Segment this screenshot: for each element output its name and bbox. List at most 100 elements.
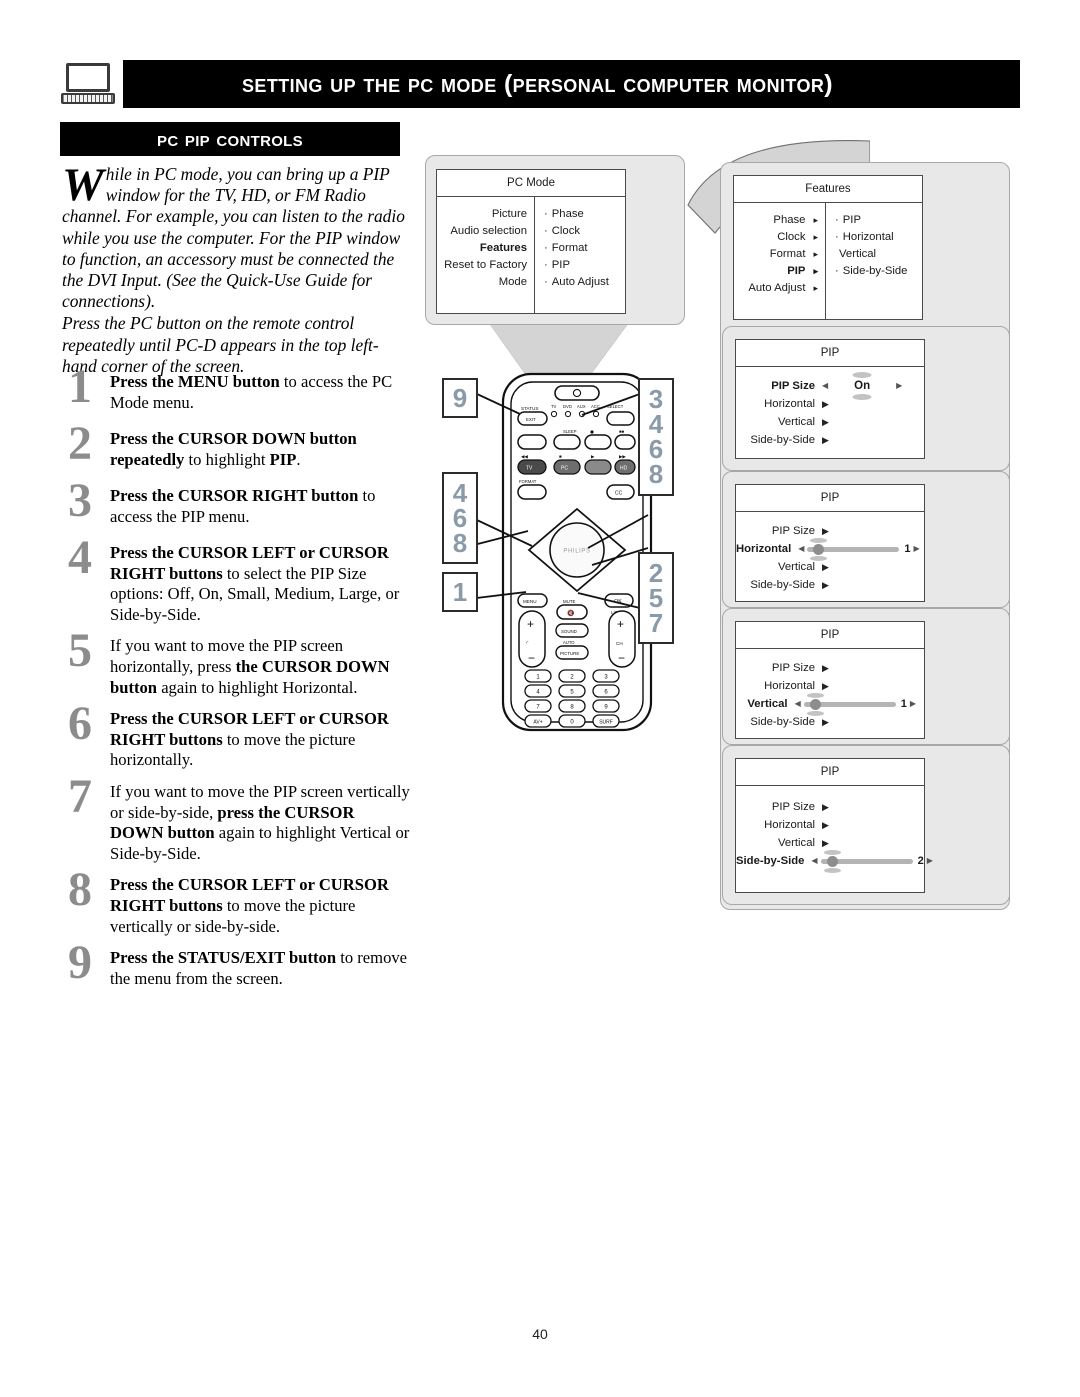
menu-flow-diagram: PC Mode Picture Audio selection Features… — [420, 140, 1030, 930]
pip-row-side-by-side[interactable]: Side-by-Side ◀ 2 ▶ — [736, 849, 933, 873]
cursor-left-icon[interactable]: ◀ — [798, 545, 804, 553]
submenu-item-pip[interactable]: · PIP — [835, 212, 916, 229]
chevron-right-icon: ▶ — [822, 819, 829, 830]
submenu-item-auto-adjust[interactable]: · Auto Adjust — [544, 274, 619, 291]
osd-pip-title: PIP — [736, 622, 924, 649]
menu-item-audio-selection[interactable]: Audio selection — [443, 223, 527, 240]
horizontal-slider[interactable] — [807, 537, 900, 561]
step-text: Press the STATUS/EXIT button to remove t… — [110, 948, 408, 988]
submenu-item-phase[interactable]: · Phase — [544, 206, 619, 223]
svg-text:SLEEP: SLEEP — [563, 429, 577, 434]
svg-text:AV+: AV+ — [533, 719, 542, 725]
pip-row-pip-size[interactable]: PIP Size ▶ — [736, 659, 916, 677]
slider-knob[interactable] — [823, 849, 841, 873]
cursor-left-icon[interactable]: ◀ — [795, 700, 801, 708]
pip-row-horizontal[interactable]: Horizontal ▶ — [736, 816, 916, 834]
menu-item-format[interactable]: Format ▸ — [740, 246, 818, 263]
page-frame: Setting up the PC Mode (Personal Compute… — [0, 0, 1080, 1397]
step-text: Press the CURSOR LEFT or CURSOR RIGHT bu… — [110, 543, 400, 624]
intro-paragraph-1-text: hile in PC mode, you can bring up a PIP … — [62, 164, 405, 312]
osd-pip-horizontal: PIP PIP Size ▶ Horizontal ◀ 1 ▶ Vertical… — [735, 484, 925, 602]
step-item: 1 Press the MENU button to access the PC… — [60, 363, 410, 418]
step-number: 8 — [68, 863, 92, 917]
menu-item-auto-adjust[interactable]: Auto Adjust ▸ — [740, 280, 818, 297]
step-text: Press the CURSOR LEFT or CURSOR RIGHT bu… — [110, 709, 389, 770]
page-title: Setting up the PC Mode (Personal Compute… — [242, 69, 833, 98]
step-number: 7 — [68, 769, 92, 823]
pip-row-pip-size[interactable]: PIP Size ▶ — [736, 798, 916, 816]
submenu-item-side-by-side[interactable]: · Side-by-Side — [835, 263, 916, 280]
pip-row-pip-size[interactable]: PIP Size ▶ — [736, 522, 916, 540]
menu-item-clock[interactable]: Clock ▸ — [740, 229, 818, 246]
side-by-side-slider[interactable] — [820, 849, 913, 873]
cursor-right-icon[interactable]: ▶ — [914, 545, 920, 553]
steps-list: 1 Press the MENU button to access the PC… — [60, 363, 410, 1005]
vertical-slider[interactable] — [803, 692, 896, 716]
chevron-right-icon: ▸ — [813, 249, 818, 259]
cursor-right-icon[interactable]: ▶ — [927, 857, 933, 865]
menu-item-pip[interactable]: PIP ▸ — [740, 263, 818, 280]
slider-knob[interactable] — [806, 692, 824, 716]
step-item: 2 Press the CURSOR DOWN button repeatedl… — [60, 420, 410, 475]
submenu-item-pip[interactable]: · PIP — [544, 257, 619, 274]
step-number: 9 — [68, 936, 92, 990]
pip-row-vertical[interactable]: Vertical ▶ — [736, 413, 916, 431]
svg-text:MENU: MENU — [523, 599, 537, 604]
callout-cursor-down: 2 5 7 — [638, 552, 674, 644]
osd-pip-vertical: PIP PIP Size ▶ Horizontal ▶ Vertical ◀ 1… — [735, 621, 925, 739]
menu-item-reset-to-factory[interactable]: Reset to Factory — [443, 257, 527, 274]
cursor-left-icon[interactable]: ◀ — [822, 382, 828, 390]
osd-features-title: Features — [734, 176, 922, 203]
intro-paragraph-1: While in PC mode, you can bring up a PIP… — [62, 162, 407, 312]
pip-row-pip-size[interactable]: PIP Size ◀ On ▶ — [736, 377, 916, 395]
submenu-item-clock[interactable]: · Clock — [544, 223, 619, 240]
osd-pip-title: PIP — [736, 759, 924, 786]
pip-row-vertical[interactable]: Vertical ▶ — [736, 558, 916, 576]
pip-row-side-by-side[interactable]: Side-by-Side ▶ — [736, 713, 916, 731]
submenu-item-horizontal[interactable]: · Horizontal — [835, 229, 916, 246]
step-text: Press the CURSOR LEFT or CURSOR RIGHT bu… — [110, 875, 389, 936]
pip-row-vertical[interactable]: Vertical ▶ — [736, 834, 916, 852]
chevron-right-icon: ▶ — [822, 716, 829, 727]
computer-monitor-icon — [55, 58, 123, 110]
pip-row-side-by-side[interactable]: Side-by-Side ▶ — [736, 576, 916, 594]
submenu-item-format[interactable]: · Format — [544, 240, 619, 257]
osd-pip-size: PIP PIP Size ◀ On ▶ Horizontal ▶ Vertica… — [735, 339, 925, 459]
submenu-item-vertical[interactable]: Vertical — [835, 246, 916, 263]
cursor-left-icon[interactable]: ◀ — [811, 857, 817, 865]
callout-status-exit: 9 — [442, 378, 478, 418]
callout-cursor-right: 3 4 6 8 — [638, 378, 674, 496]
step-number: 3 — [68, 474, 92, 527]
pip-row-vertical[interactable]: Vertical ◀ 1 ▶ — [736, 692, 916, 716]
chevron-right-icon: ▸ — [813, 232, 818, 242]
menu-item-features[interactable]: Features — [443, 240, 527, 257]
pip-row-horizontal[interactable]: Horizontal ▶ — [736, 677, 916, 695]
panel-pip-side-by-side: PIP PIP Size ▶ Horizontal ▶ Vertical ▶ S… — [722, 745, 1010, 905]
menu-item-mode[interactable]: Mode — [443, 274, 527, 291]
step-text: Press the MENU button to access the PC M… — [110, 372, 393, 412]
step-text: Press the CURSOR RIGHT button to access … — [110, 486, 376, 526]
cursor-right-icon[interactable]: ▶ — [910, 700, 916, 708]
menu-item-picture[interactable]: Picture — [443, 206, 527, 223]
svg-text:◀◀: ◀◀ — [521, 454, 528, 459]
chevron-right-icon: ▶ — [822, 579, 829, 590]
step-item: 7 If you want to move the PIP screen ver… — [60, 772, 410, 864]
svg-text:PHILIPS: PHILIPS — [563, 549, 590, 555]
step-text: Press the CURSOR DOWN button repeatedly … — [110, 429, 357, 469]
cursor-right-icon[interactable]: ▶ — [896, 382, 902, 390]
chevron-right-icon: ▸ — [813, 215, 818, 225]
step-number: 5 — [68, 624, 92, 678]
section-title: PC PIP Controls — [157, 126, 303, 151]
svg-text:🔇: 🔇 — [567, 609, 575, 617]
chevron-right-icon: ▸ — [813, 266, 818, 276]
slider-knob[interactable] — [810, 537, 828, 561]
pip-row-horizontal[interactable]: Horizontal ◀ 1 ▶ — [736, 537, 920, 561]
intro-paragraph-2: Press the PC button on the remote contro… — [62, 313, 379, 376]
step-item: 3 Press the CURSOR RIGHT button to acces… — [60, 477, 410, 532]
svg-text:CC: CC — [615, 491, 623, 497]
menu-item-phase[interactable]: Phase ▸ — [740, 212, 818, 229]
pip-row-horizontal[interactable]: Horizontal ▶ — [736, 395, 916, 413]
svg-text:SELECT: SELECT — [607, 404, 624, 409]
step-item: 8 Press the CURSOR LEFT or CURSOR RIGHT … — [60, 866, 410, 937]
pip-row-side-by-side[interactable]: Side-by-Side ▶ — [736, 431, 916, 449]
